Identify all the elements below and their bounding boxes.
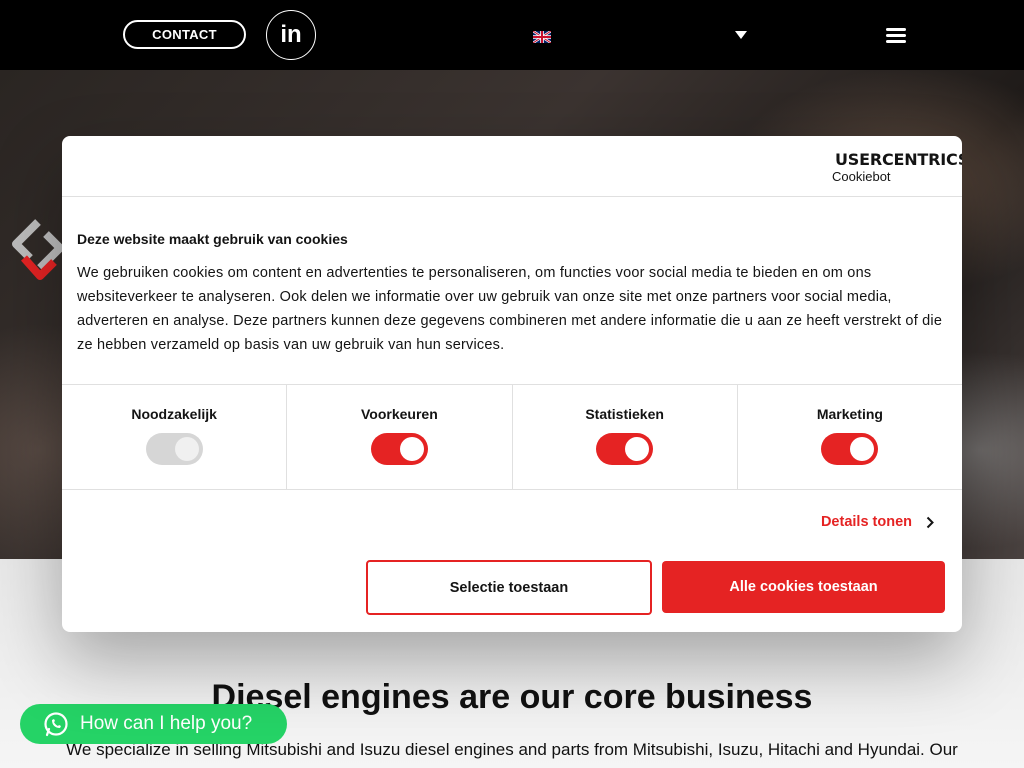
linkedin-icon[interactable]: in (266, 10, 316, 60)
consent-toggles: Noodzakelijk Voorkeuren Statistieken Mar… (62, 385, 962, 490)
uk-flag-icon[interactable] (533, 31, 551, 43)
toggle-cell-preferences: Voorkeuren (287, 385, 513, 489)
whatsapp-icon (44, 712, 68, 737)
allow-all-cookies-button[interactable]: Alle cookies toestaan (662, 561, 945, 613)
toggle-label-necessary: Noodzakelijk (131, 406, 217, 422)
toggle-label-preferences: Voorkeuren (360, 406, 438, 422)
toggle-preferences[interactable] (370, 433, 428, 465)
toggle-cell-marketing: Marketing (738, 385, 962, 489)
show-details-link[interactable]: Details tonen (821, 514, 934, 530)
dialog-header: USERCENTRICS Cookiebot (62, 136, 962, 197)
top-navigation-bar: CONTACT in (0, 0, 1024, 70)
toggle-statistics[interactable] (596, 433, 654, 465)
dialog-description: We gebruiken cookies om content en adver… (77, 265, 943, 353)
toggle-necessary (145, 433, 203, 465)
whatsapp-label: How can I help you? (80, 713, 253, 734)
cookie-consent-dialog: USERCENTRICS Cookiebot Deze website maak… (62, 136, 962, 632)
brand-logo-icon (12, 219, 64, 280)
toggle-marketing[interactable] (821, 433, 879, 465)
chevron-right-icon (926, 516, 934, 528)
toggle-label-marketing: Marketing (816, 406, 883, 422)
language-dropdown-caret-icon[interactable] (735, 31, 747, 39)
dialog-body: Deze website maakt gebruik van cookies W… (62, 197, 962, 385)
contact-button[interactable]: CONTACT (123, 20, 246, 49)
toggle-cell-statistics: Statistieken (513, 385, 738, 489)
hamburger-menu-icon[interactable] (886, 28, 906, 43)
brand-subtitle: Cookiebot (832, 169, 891, 184)
brand-name: USERCENTRICS (835, 150, 962, 169)
dialog-title: Deze website maakt gebruik van cookies (77, 231, 348, 247)
toggle-cell-necessary: Noodzakelijk (62, 385, 288, 489)
whatsapp-chat-button[interactable]: How can I help you? (20, 704, 287, 744)
toggle-label-statistics: Statistieken (585, 406, 664, 422)
show-details-label: Details tonen (820, 514, 912, 530)
usercentrics-logo[interactable]: USERCENTRICS Cookiebot (832, 150, 962, 184)
allow-selection-button[interactable]: Selectie toestaan (366, 560, 652, 615)
